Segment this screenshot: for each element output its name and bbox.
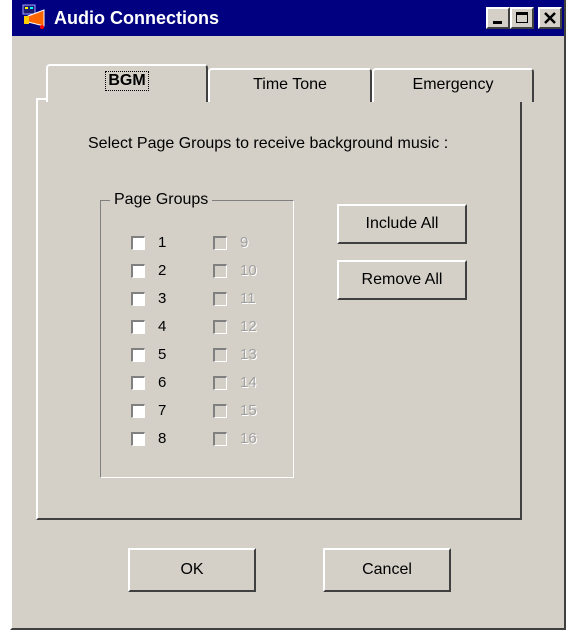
close-icon	[544, 12, 556, 24]
cancel-label: Cancel	[362, 561, 412, 578]
maximize-icon	[516, 12, 528, 23]
minimize-button[interactable]	[486, 7, 510, 29]
page-group-label-10: 10	[240, 262, 257, 279]
checkbox-page-group-14	[213, 376, 227, 390]
checkbox-page-group-1[interactable]	[131, 236, 145, 250]
page-group-label-16: 16	[240, 430, 257, 447]
tab-time-tone-label: Time Tone	[253, 76, 327, 93]
page-group-label-14: 14	[240, 374, 257, 391]
page-group-label-13: 13	[240, 346, 257, 363]
checkbox-page-group-8[interactable]	[131, 432, 145, 446]
window-title: Audio Connections	[54, 8, 219, 28]
page-group-label-4: 4	[158, 318, 167, 335]
page-group-label-12: 12	[240, 318, 257, 335]
checkbox-page-group-3[interactable]	[131, 292, 145, 306]
page-group-label-11: 11	[240, 290, 256, 307]
checkbox-page-group-16	[213, 432, 227, 446]
include-all-label: Include All	[365, 215, 439, 232]
checkbox-page-group-11	[213, 292, 227, 306]
checkbox-page-group-4[interactable]	[131, 320, 145, 334]
page-groups-box	[100, 200, 294, 478]
checkbox-page-group-5[interactable]	[131, 348, 145, 362]
page-group-label-2: 2	[158, 262, 167, 279]
checkbox-page-group-7[interactable]	[131, 404, 145, 418]
page-group-label-15: 15	[240, 402, 257, 419]
page-group-label-5: 5	[158, 346, 167, 363]
close-button[interactable]	[538, 7, 562, 29]
checkbox-page-group-13	[213, 348, 227, 362]
instruction-text: Select Page Groups to receive background…	[88, 135, 449, 152]
title-bar[interactable]: Audio Connections	[12, 0, 564, 36]
maximize-button[interactable]	[510, 7, 534, 29]
cancel-button[interactable]: Cancel	[323, 548, 451, 592]
page-group-label-1: 1	[158, 234, 167, 251]
remove-all-label: Remove All	[361, 271, 443, 288]
tab-bgm-label: BGM	[105, 71, 149, 91]
page-groups-title: Page Groups	[110, 191, 213, 209]
app-icon	[22, 4, 45, 29]
page-group-label-8: 8	[158, 430, 167, 447]
page-group-label-6: 6	[158, 374, 167, 391]
checkbox-page-group-12	[213, 320, 227, 334]
tab-time-tone[interactable]: Time Tone	[208, 68, 372, 102]
checkbox-page-group-9	[213, 236, 227, 250]
tab-emergency-label: Emergency	[412, 76, 494, 93]
remove-all-button[interactable]: Remove All	[337, 260, 467, 300]
checkbox-page-group-6[interactable]	[131, 376, 145, 390]
ok-button[interactable]: OK	[128, 548, 256, 592]
tab-emergency[interactable]: Emergency	[372, 68, 534, 102]
page-group-label-3: 3	[158, 290, 167, 307]
checkbox-page-group-2[interactable]	[131, 264, 145, 278]
include-all-button[interactable]: Include All	[337, 204, 467, 244]
ok-label: OK	[180, 561, 204, 578]
checkbox-page-group-15	[213, 404, 227, 418]
page-group-label-9: 9	[240, 234, 249, 251]
checkbox-page-group-10	[213, 264, 227, 278]
page-group-label-7: 7	[158, 402, 167, 419]
tab-bgm[interactable]: BGM	[46, 64, 208, 102]
minimize-icon	[493, 21, 502, 24]
